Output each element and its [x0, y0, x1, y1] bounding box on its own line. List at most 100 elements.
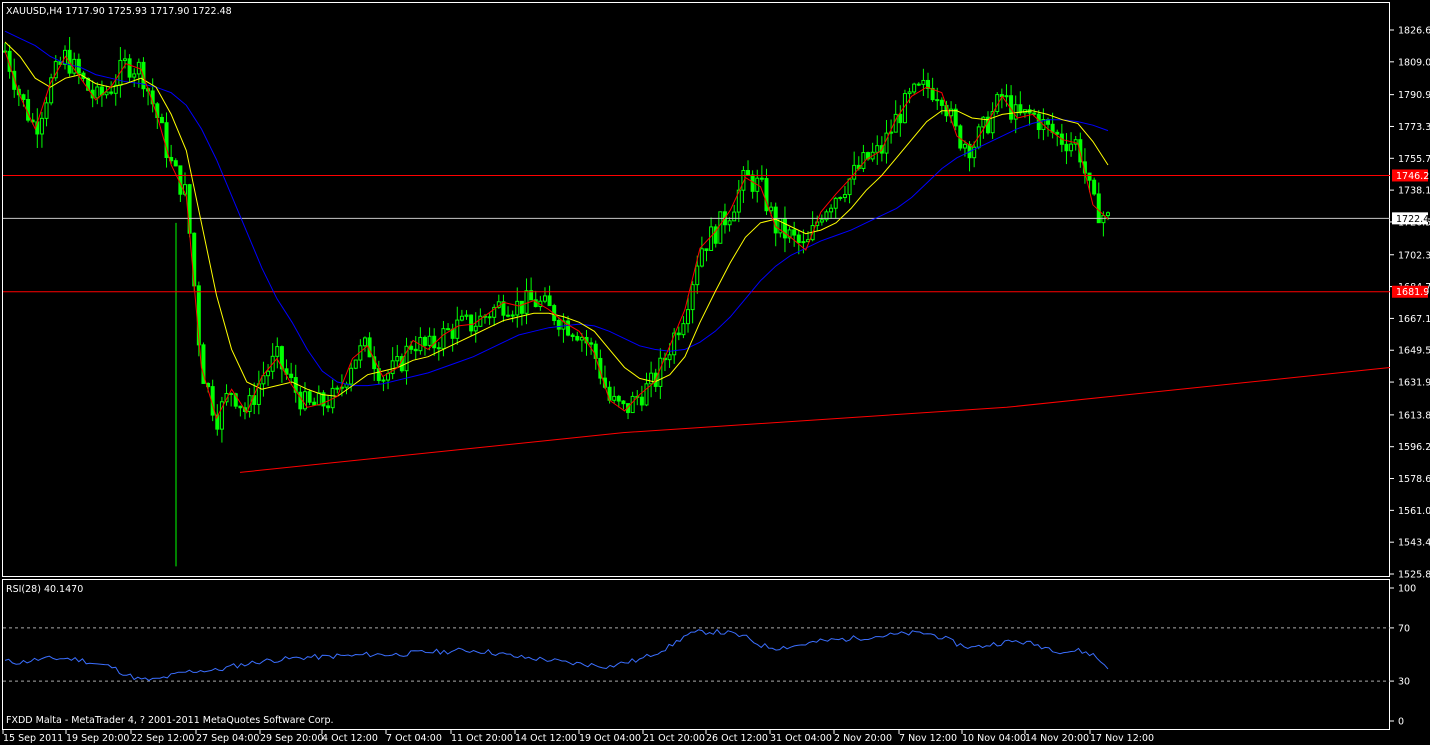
- candle-body: [981, 116, 986, 128]
- bid-price-label: 1722.48: [1396, 214, 1430, 225]
- candle-body: [122, 58, 127, 61]
- candle-body: [861, 152, 866, 169]
- candle-body: [510, 314, 515, 317]
- candle-body: [427, 335, 432, 346]
- time-tick-label: 29 Sep 20:00: [260, 733, 323, 744]
- candle-body: [686, 309, 691, 325]
- candle-body: [159, 116, 164, 124]
- price-tick-label: 1525.80: [1398, 570, 1430, 581]
- candle-body: [261, 375, 266, 385]
- level-price-label: 1746.2: [1396, 171, 1429, 182]
- candle-body: [506, 314, 511, 317]
- time-axis[interactable]: 15 Sep 2011 19 Sep 20:00 22 Sep 12:00 27 Se…: [2, 730, 1154, 744]
- candle-body: [178, 165, 183, 195]
- chart-background: [0, 0, 1430, 745]
- candle-body: [667, 354, 672, 361]
- candle-body: [699, 248, 704, 267]
- candle-body: [579, 336, 584, 341]
- time-tick-label: 21 Oct 20:00: [643, 733, 705, 744]
- time-tick-label: 7 Oct 04:00: [386, 733, 442, 744]
- candle-body: [1032, 112, 1037, 115]
- candle-body: [478, 315, 483, 327]
- candle-body: [796, 234, 801, 244]
- candle-body: [362, 337, 367, 347]
- candle-body: [935, 99, 940, 102]
- candle-body: [829, 207, 834, 213]
- candle-body: [759, 177, 764, 180]
- candle-body: [44, 102, 49, 119]
- candle-body: [898, 113, 903, 124]
- candle-body: [676, 332, 681, 336]
- candle-body: [575, 335, 580, 341]
- metatrader-chart[interactable]: XAUUSD,H4 1717.90 1725.93 1717.90 1722.4…: [0, 0, 1430, 745]
- candle-body: [621, 400, 626, 405]
- candle-body: [266, 370, 271, 377]
- price-tick-label: 1826.65: [1398, 26, 1430, 37]
- candle-body: [907, 91, 912, 95]
- time-tick-label: 22 Sep 12:00: [131, 733, 194, 744]
- candle-body: [381, 379, 386, 382]
- candle-body: [884, 132, 889, 154]
- price-tick-label: 1790.90: [1398, 90, 1430, 101]
- time-tick-label: 11 Oct 20:00: [451, 733, 513, 744]
- candle-body: [958, 125, 963, 149]
- time-tick-label: 15 Sep 2011: [3, 733, 63, 744]
- candle-body: [1101, 215, 1106, 224]
- price-tick-label: 1561.00: [1398, 506, 1430, 517]
- candle-body: [649, 372, 654, 385]
- candle-body: [1055, 131, 1060, 135]
- candle-body: [353, 359, 358, 369]
- candle-body: [750, 174, 755, 192]
- time-tick-label: 14 Nov 20:00: [1025, 733, 1089, 744]
- price-tick-label: 1755.70: [1398, 154, 1430, 165]
- price-tick-label: 1578.60: [1398, 474, 1430, 485]
- candle-body: [275, 346, 280, 357]
- candle-body: [312, 401, 317, 406]
- candle-body: [709, 226, 714, 251]
- candle-body: [953, 108, 958, 127]
- candle-body: [455, 319, 460, 339]
- time-tick-label: 14 Oct 12:00: [515, 733, 577, 744]
- candle-body: [746, 169, 751, 176]
- candle-body: [644, 383, 649, 406]
- price-tick-label: 1649.55: [1398, 346, 1430, 357]
- time-tick-label: 10 Nov 04:00: [962, 733, 1026, 744]
- candle-body: [801, 241, 806, 244]
- candle-body: [769, 206, 774, 212]
- candle-body: [639, 396, 644, 406]
- candle-body: [792, 229, 797, 236]
- candle-body: [487, 316, 492, 319]
- candle-body: [819, 219, 824, 223]
- time-tick-label: 7 Nov 12:00: [899, 733, 957, 744]
- rsi-tick-label: 0: [1398, 717, 1404, 728]
- candle-body: [916, 83, 921, 86]
- candle-body: [395, 356, 400, 362]
- candle-body: [473, 325, 478, 332]
- rsi-tick-label: 70: [1398, 623, 1410, 634]
- rsi-header: RSI(28) 40.1470: [6, 584, 83, 595]
- candle-body: [939, 99, 944, 106]
- candle-body: [422, 336, 427, 346]
- copyright-text: FXDD Malta - MetaTrader 4, ? 2001-2011 M…: [6, 715, 334, 726]
- candle-body: [409, 345, 414, 350]
- candle-body: [1069, 143, 1074, 152]
- candle-body: [289, 373, 294, 379]
- candle-body: [316, 392, 321, 406]
- candle-body: [681, 323, 686, 336]
- rsi-tick-label: 30: [1398, 677, 1410, 688]
- candle-body: [556, 319, 561, 330]
- candle-body: [718, 211, 723, 244]
- candle-body: [833, 197, 838, 209]
- chart-header: XAUUSD,H4 1717.90 1725.93 1717.90 1722.4…: [6, 6, 232, 17]
- candle-body: [704, 248, 709, 251]
- time-tick-label: 17 Nov 12:00: [1090, 733, 1154, 744]
- candle-body: [842, 194, 847, 198]
- candle-body: [173, 160, 178, 167]
- candle-body: [464, 314, 469, 317]
- candle-body: [95, 86, 100, 99]
- candle-body: [547, 295, 552, 307]
- time-tick-label: 4 Oct 12:00: [322, 733, 378, 744]
- candle-body: [335, 387, 340, 390]
- candle-body: [847, 178, 852, 196]
- candle-body: [436, 347, 441, 350]
